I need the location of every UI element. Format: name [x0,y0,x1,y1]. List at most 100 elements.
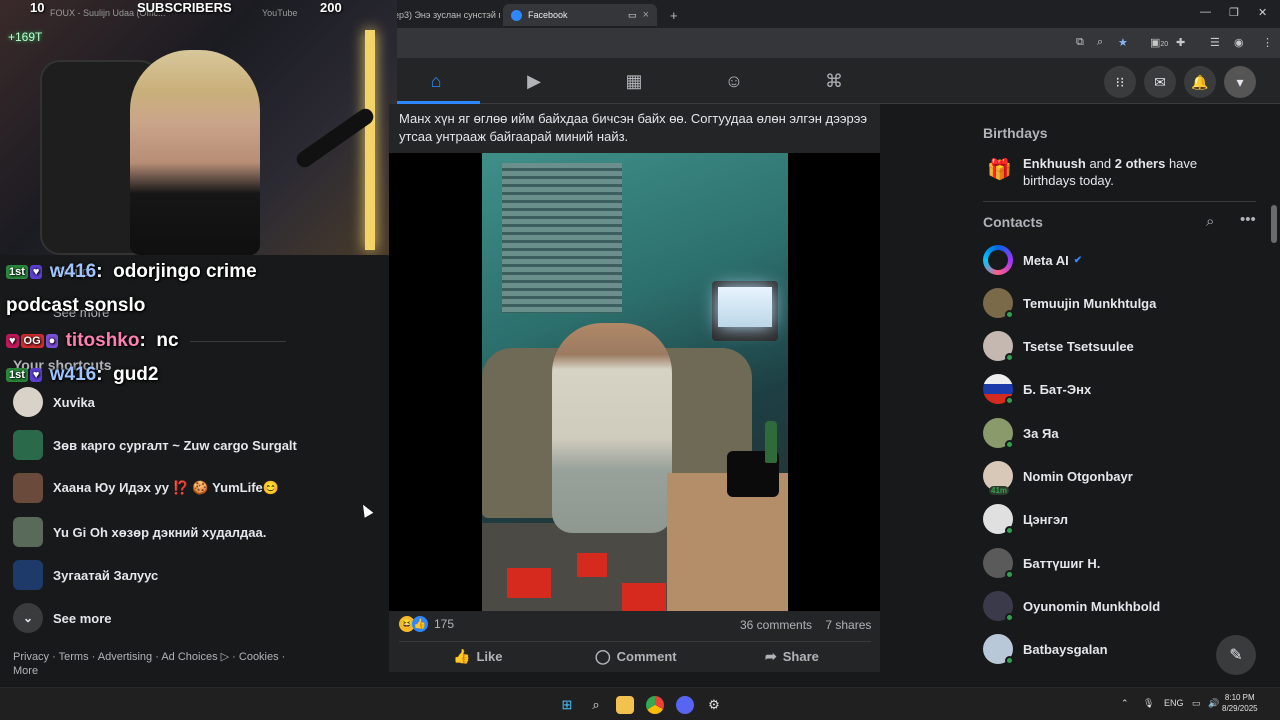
contact-item[interactable]: Tsetse Tsetsuulee [983,331,1134,362]
contact-item[interactable]: Batbaysgalan [983,634,1108,665]
post-image[interactable] [389,153,880,611]
subscriber-goal-bar: 10 SUBSCRIBERS 200 [0,0,397,16]
chrome-icon[interactable] [646,696,664,714]
sub-count-left: 10 [30,0,45,15]
avatar [983,418,1014,449]
new-tab-button[interactable]: + [662,4,682,26]
online-indicator-icon [1005,353,1014,362]
file-explorer-icon[interactable] [616,696,634,714]
away-time-badge: 41m [989,486,1010,495]
video-icon[interactable]: ▶ [514,68,554,94]
microphone-icon[interactable]: 🎙 [1143,698,1154,709]
online-indicator-icon [1005,656,1014,665]
bookmark-star-icon[interactable]: ★ [1118,36,1128,49]
tab-search-icon[interactable]: ☰ [1210,36,1220,49]
discord-icon[interactable] [676,696,694,714]
avatar [983,591,1014,622]
contact-item[interactable]: Oyunomin Munkhbold [983,591,1160,622]
shortcut-item[interactable]: Xuvika [13,386,95,418]
chat-message: 1st ♥ w416: odorjingo crime [6,261,257,283]
divider [983,201,1256,202]
post-counts: 36 comments 7 shares [740,618,871,632]
shortcut-avatar [13,430,43,460]
birthday-notice[interactable]: Enkhuush and 2 others have birthdays tod… [1023,155,1248,189]
close-window-icon[interactable]: ✕ [1258,6,1267,19]
network-icon[interactable]: ▭ [1192,698,1201,709]
reaction-summary[interactable]: 😆 👍 175 [399,616,454,632]
verified-badge-icon: ✔ [1073,254,1083,266]
home-icon[interactable]: ⌂ [416,68,456,94]
shortcut-item[interactable]: Зугаатай Залуус [13,559,158,591]
contact-item[interactable]: Б. Бат-Энх [983,374,1091,405]
browser-menu-icon[interactable]: ⋮ [1262,36,1273,49]
contact-item[interactable]: За Яа [983,418,1059,449]
like-button[interactable]: 👍 Like [453,648,502,665]
close-tab-icon[interactable]: × [643,9,649,21]
marketplace-icon[interactable]: ▦ [614,68,654,94]
profile-avatar-icon[interactable]: ◉ [1234,36,1244,49]
share-arrow-icon: ➦ [765,648,777,664]
new-message-button[interactable]: ✎ [1216,635,1256,675]
footer-links[interactable]: Privacy · Terms · Advertising · Ad Choic… [13,650,303,678]
notifications-bell-icon[interactable]: 🔔 [1184,66,1216,98]
contact-item[interactable]: Temuujin Munkhtulga [983,288,1156,319]
bottle-image [765,421,777,463]
account-avatar[interactable]: ▾ [1224,66,1256,98]
tray-chevron-icon[interactable]: ⌃ [1121,698,1129,709]
app-icon[interactable]: ⚙ [705,696,723,714]
groups-icon[interactable]: ☺ [714,68,754,94]
menu-grid-icon[interactable]: ⁝⁝ [1104,66,1136,98]
extension-icon[interactable]: ▣20 [1150,36,1168,49]
shares-count[interactable]: 7 shares [825,618,871,632]
minimize-icon[interactable]: — [1200,6,1211,18]
chat-username: w416 [49,364,97,385]
system-clock[interactable]: 8:10 PM 8/29/2025 [1222,692,1258,714]
chat-text: podcast sonslo [6,295,146,316]
og-badge-icon: OG [20,333,44,348]
more-options-icon[interactable]: ••• [1240,211,1256,228]
avatar [983,548,1014,579]
gaming-icon[interactable]: ⌘ [814,68,854,94]
shortcut-avatar [13,560,43,590]
shortcut-avatar [13,473,43,503]
search-icon[interactable]: ⌕ [587,696,605,714]
zoom-icon[interactable]: ⌕ [1097,36,1103,49]
post-text: Манх хүн яг өглөө ийм байхдаа бичсэн бай… [399,111,867,144]
contact-item[interactable]: Цэнгэл [983,504,1068,535]
browser-tab-facebook[interactable]: Facebook ▭ × [503,4,657,26]
chat-text: gud2 [113,364,159,385]
like-reaction-icon: 👍 [412,616,428,632]
maximize-icon[interactable]: ❐ [1229,6,1239,19]
puzzle-icon[interactable]: ✚ [1176,36,1185,49]
see-more-button[interactable]: ⌄ See more [13,602,112,634]
sidebar-scrollbar[interactable] [1271,205,1277,243]
man-image [552,323,672,533]
share-button[interactable]: ➦ Share [765,648,819,665]
avatar [983,331,1014,362]
windows-start-icon[interactable]: ⊞ [558,696,576,714]
lamp-image [365,30,375,250]
birthdays-heading: Birthdays [983,125,1048,141]
avatar [983,374,1014,405]
volume-icon[interactable]: 🔊 [1208,698,1219,709]
search-icon[interactable]: ⌕ [1206,213,1214,230]
first-badge-icon: 1st [6,264,28,279]
chat-username: titoshko [65,330,140,351]
contact-item[interactable]: Meta AI ✔ [983,245,1082,275]
comment-button[interactable]: ◯ Comment [595,648,677,665]
microphone-image [293,105,377,171]
cast-icon[interactable]: ⧉ [1076,36,1084,49]
chat-message: ♥ OG ● titoshko: nc [6,330,179,352]
comments-count[interactable]: 36 comments [740,618,812,632]
chat-text: odorjingo crime [113,261,257,282]
online-indicator-icon [1005,613,1014,622]
contact-item[interactable]: 41m Nomin Otgonbayr [983,461,1133,495]
shortcut-item[interactable]: Зөв карго сургалт ~ Zuw cargo Surgalt [13,429,297,461]
tv-image [712,281,778,341]
messenger-icon[interactable]: ✉ [1144,66,1176,98]
online-indicator-icon [1005,396,1014,405]
contact-item[interactable]: Баттүшиг Н. [983,548,1100,579]
shortcut-item[interactable]: Хаана Юу Идэх уу ⁉️ 🍪 YumLife😊 [13,472,279,504]
language-indicator[interactable]: ENG [1164,698,1184,708]
shortcut-item[interactable]: Yu Gi Oh хөзөр дэкний худалдаа. [13,516,266,548]
